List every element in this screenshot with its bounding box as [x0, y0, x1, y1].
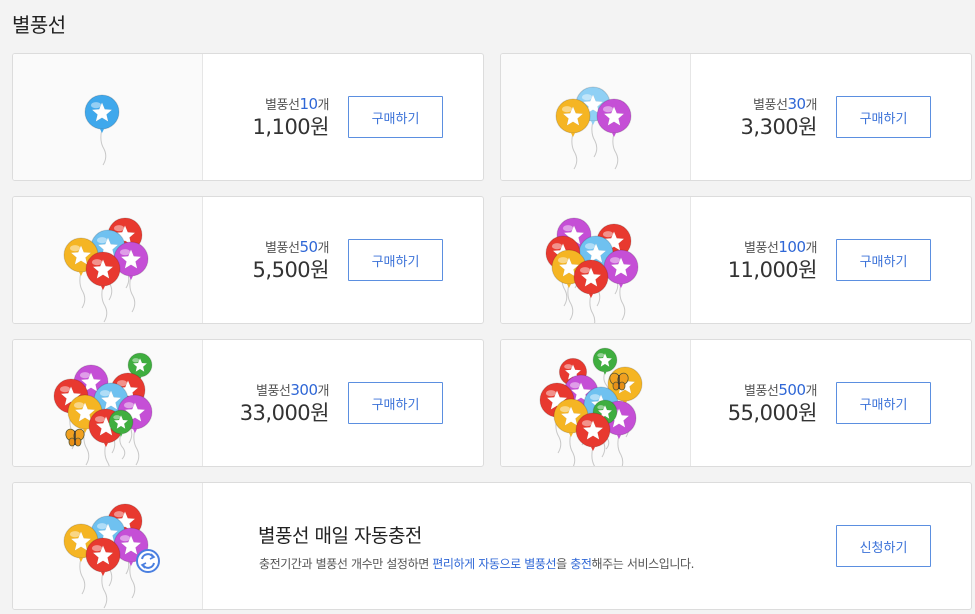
buy-button-10[interactable]: 구매하기 [348, 96, 443, 138]
balloon [113, 241, 149, 313]
page-title: 별풍선 [12, 13, 66, 37]
price-box: 별풍선10개 1,100원 [252, 94, 330, 141]
auto-charge-image [13, 483, 203, 609]
buy-button-500[interactable]: 구매하기 [836, 382, 931, 424]
star-balloon-icon [539, 347, 643, 466]
balloon [555, 98, 591, 170]
price-box: 별풍선100개 11,000원 [727, 237, 818, 284]
butterfly-icon [65, 428, 85, 447]
auto-charge-description: 충전기간과 별풍선 개수만 설정하면 편리하게 자동으로 별풍선을 충전해주는 … [259, 557, 695, 571]
buy-button-300[interactable]: 구매하기 [348, 382, 443, 424]
balloon [573, 259, 609, 323]
product-image-30 [501, 54, 691, 180]
product-card-30: 별풍선30개 3,300원 구매하기 [500, 53, 972, 181]
balloon [84, 94, 120, 166]
star-balloon-icon [84, 94, 120, 166]
balloon [596, 98, 632, 170]
price-value: 11,000원 [727, 258, 818, 282]
product-card-50: 별풍선50개 5,500원 구매하기 [12, 196, 484, 324]
price-value: 55,000원 [727, 401, 818, 425]
product-card-100: 별풍선100개 11,000원 구매하기 [500, 196, 972, 324]
balloon [603, 249, 639, 321]
price-box: 별풍선300개 33,000원 [239, 380, 330, 427]
buy-button-30[interactable]: 구매하기 [836, 96, 931, 138]
star-balloon-icon [63, 217, 149, 323]
product-card-10: 별풍선10개 1,100원 구매하기 [12, 53, 484, 181]
balloon [85, 251, 121, 323]
price-box: 별풍선30개 3,300원 [740, 94, 818, 141]
star-balloon-icon [545, 217, 639, 323]
balloon [85, 537, 121, 609]
product-image-300 [13, 340, 203, 466]
refresh-icon [136, 549, 160, 573]
product-image-50 [13, 197, 203, 323]
balloon [575, 412, 611, 466]
price-value: 1,100원 [252, 115, 330, 139]
product-image-500 [501, 340, 691, 466]
price-box: 별풍선500개 55,000원 [727, 380, 818, 427]
star-balloon-icon [53, 352, 153, 466]
product-image-10 [13, 54, 203, 180]
star-balloon-icon [63, 503, 160, 609]
product-card-500: 별풍선500개 55,000원 구매하기 [500, 339, 972, 467]
star-balloon-icon [555, 86, 632, 170]
buy-button-50[interactable]: 구매하기 [348, 239, 443, 281]
price-value: 33,000원 [239, 401, 330, 425]
product-card-300: 별풍선300개 33,000원 구매하기 [12, 339, 484, 467]
auto-charge-card: 별풍선 매일 자동충전 충전기간과 별풍선 개수만 설정하면 편리하게 자동으로… [12, 482, 972, 610]
buy-button-100[interactable]: 구매하기 [836, 239, 931, 281]
auto-charge-title: 별풍선 매일 자동충전 [258, 525, 422, 547]
price-box: 별풍선50개 5,500원 [252, 237, 330, 284]
apply-button[interactable]: 신청하기 [836, 525, 931, 567]
price-value: 5,500원 [252, 258, 330, 282]
price-value: 3,300원 [740, 115, 818, 139]
product-image-100 [501, 197, 691, 323]
